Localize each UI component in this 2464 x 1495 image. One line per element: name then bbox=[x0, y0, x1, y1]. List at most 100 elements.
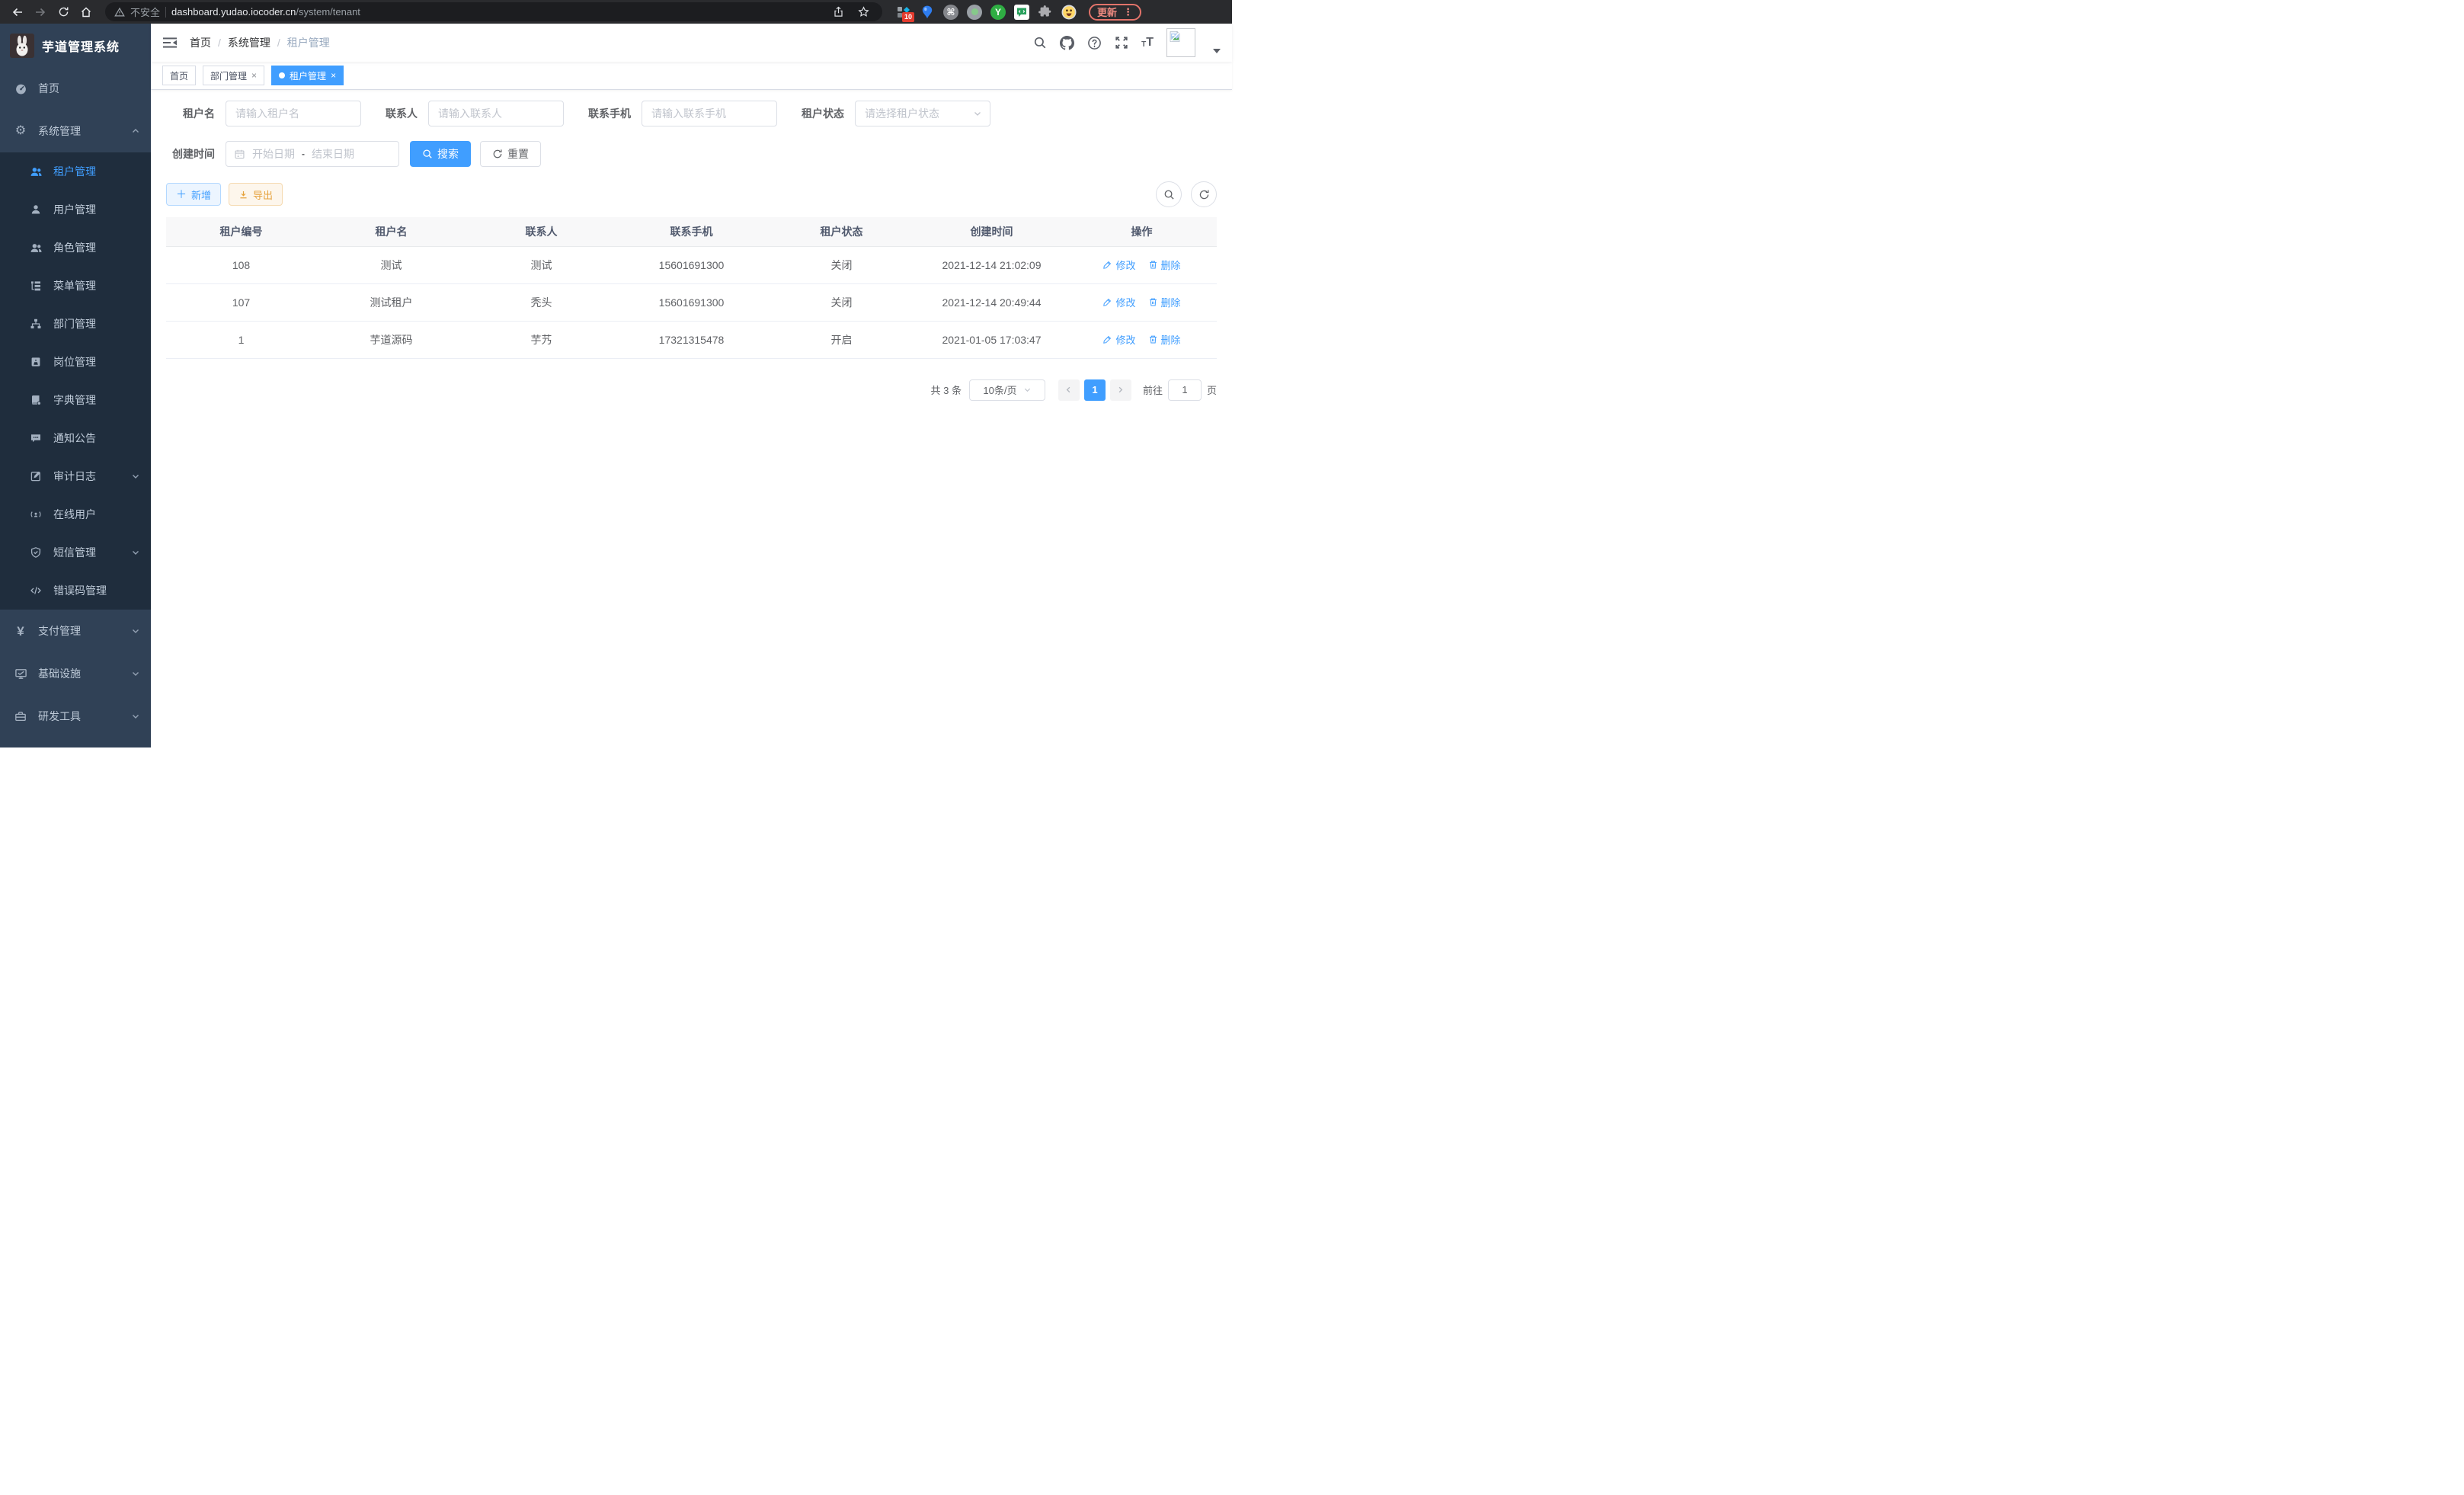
edit-link[interactable]: 修改 bbox=[1102, 258, 1135, 272]
sidebar-item-online-user[interactable]: 在线用户 bbox=[0, 495, 151, 533]
help-icon[interactable] bbox=[1087, 36, 1102, 50]
column-header: 操作 bbox=[1067, 217, 1217, 246]
sidebar-item-label: 研发工具 bbox=[38, 709, 81, 724]
shield-icon bbox=[29, 546, 43, 559]
sidebar-item-home[interactable]: 首页 bbox=[0, 67, 151, 110]
chat-code-icon[interactable] bbox=[1014, 5, 1029, 20]
tag-home[interactable]: 首页 bbox=[162, 66, 196, 85]
security-warning-icon[interactable] bbox=[114, 7, 125, 18]
sidebar-item-audit-log[interactable]: 审计日志 bbox=[0, 457, 151, 495]
chrome-update-button[interactable]: 更新 ⋮ bbox=[1089, 4, 1141, 21]
cell-actions: 修改删除 bbox=[1067, 246, 1217, 283]
pagination-total: 共 3 条 bbox=[931, 383, 962, 397]
sidebar-item-dict[interactable]: 字典管理 bbox=[0, 381, 151, 419]
cell-contact: 秃头 bbox=[466, 283, 616, 321]
column-header: 创建时间 bbox=[917, 217, 1067, 246]
cell-contact: 测试 bbox=[466, 246, 616, 283]
tag-label: 租户管理 bbox=[290, 69, 326, 82]
top-navbar: 首页 / 系统管理 / 租户管理 TT bbox=[151, 24, 1232, 62]
add-button[interactable]: ＋ 新增 bbox=[166, 183, 221, 206]
status-select[interactable]: 请选择租户状态 bbox=[855, 101, 990, 126]
monitor-icon bbox=[14, 667, 27, 680]
close-icon[interactable]: × bbox=[331, 71, 336, 80]
browser-back-button[interactable] bbox=[8, 2, 27, 22]
sidebar-item-notice[interactable]: 通知公告 bbox=[0, 419, 151, 457]
roles-icon bbox=[29, 242, 43, 255]
reset-button[interactable]: 重置 bbox=[480, 141, 541, 167]
delete-link[interactable]: 删除 bbox=[1148, 332, 1181, 347]
cell-status: 开启 bbox=[766, 321, 917, 358]
edit-link[interactable]: 修改 bbox=[1102, 332, 1135, 347]
tenant-name-input[interactable] bbox=[226, 101, 361, 126]
sidebar-item-user[interactable]: 用户管理 bbox=[0, 190, 151, 229]
page-button-1[interactable]: 1 bbox=[1084, 379, 1106, 401]
security-label[interactable]: 不安全 bbox=[130, 5, 160, 19]
balloon-icon[interactable] bbox=[920, 5, 935, 20]
date-end-placeholder: 结束日期 bbox=[312, 146, 354, 162]
export-button[interactable]: 导出 bbox=[229, 183, 283, 206]
url-path: /system/tenant bbox=[296, 6, 360, 18]
sidebar-item-infra[interactable]: 基础设施 bbox=[0, 652, 151, 695]
url-host: dashboard.yudao.iocoder.cn bbox=[171, 6, 296, 18]
table-search-toggle-icon[interactable] bbox=[1156, 181, 1182, 207]
tenants-icon bbox=[29, 165, 43, 178]
address-bar[interactable]: 不安全 dashboard.yudao.iocoder.cn/system/te… bbox=[105, 2, 882, 21]
url-text[interactable]: dashboard.yudao.iocoder.cn/system/tenant bbox=[171, 6, 360, 18]
delete-link[interactable]: 删除 bbox=[1148, 295, 1181, 309]
gear-icon: ⚙ bbox=[14, 125, 27, 137]
sidebar-item-role[interactable]: 角色管理 bbox=[0, 229, 151, 267]
prev-page-button[interactable] bbox=[1058, 379, 1080, 401]
puzzle-icon[interactable] bbox=[1038, 5, 1053, 20]
chevron-up-icon bbox=[131, 126, 140, 136]
tag-tenant-active[interactable]: 租户管理 × bbox=[271, 66, 344, 85]
github-icon[interactable] bbox=[1060, 36, 1074, 50]
date-range-picker[interactable]: 开始日期 - 结束日期 bbox=[226, 141, 399, 167]
search-button[interactable]: 搜索 bbox=[410, 141, 471, 167]
sidebar-item-sms[interactable]: 短信管理 bbox=[0, 533, 151, 571]
sidebar-item-pay[interactable]: ¥ 支付管理 bbox=[0, 610, 151, 652]
sidebar-item-menu[interactable]: 菜单管理 bbox=[0, 267, 151, 305]
breadcrumb-system[interactable]: 系统管理 bbox=[228, 35, 270, 50]
tenant-table: 租户编号 租户名 联系人 联系手机 租户状态 创建时间 操作 108 测试 测试 bbox=[166, 217, 1217, 359]
tag-dept[interactable]: 部门管理 × bbox=[203, 66, 264, 85]
share-icon[interactable] bbox=[828, 2, 848, 22]
menu-tree-icon bbox=[29, 280, 43, 292]
mobile-input[interactable] bbox=[642, 101, 777, 126]
bookmark-star-icon[interactable] bbox=[853, 2, 873, 22]
browser-reload-button[interactable] bbox=[53, 2, 73, 22]
sidebar-item-post[interactable]: 岗位管理 bbox=[0, 343, 151, 381]
next-page-button[interactable] bbox=[1110, 379, 1131, 401]
sidebar-fold-icon[interactable] bbox=[162, 35, 178, 50]
table-refresh-icon[interactable] bbox=[1191, 181, 1217, 207]
browser-forward-button[interactable] bbox=[30, 2, 50, 22]
breadcrumb-home[interactable]: 首页 bbox=[190, 35, 211, 50]
app-logo[interactable]: 芋道管理系统 bbox=[0, 24, 151, 67]
sidebar-item-label: 首页 bbox=[38, 81, 59, 96]
sidebar-item-dept[interactable]: 部门管理 bbox=[0, 305, 151, 343]
column-header: 租户编号 bbox=[166, 217, 316, 246]
font-size-icon[interactable]: TT bbox=[1141, 37, 1154, 49]
edit-link[interactable]: 修改 bbox=[1102, 295, 1135, 309]
emoji-avatar-icon[interactable] bbox=[1061, 5, 1077, 20]
goto-page-input[interactable] bbox=[1168, 379, 1202, 401]
sidebar-item-system[interactable]: ⚙ 系统管理 bbox=[0, 110, 151, 152]
record-icon[interactable] bbox=[967, 5, 982, 20]
delete-link[interactable]: 删除 bbox=[1148, 258, 1181, 272]
command-icon[interactable]: ⌘ bbox=[943, 5, 958, 20]
header-search-icon[interactable] bbox=[1033, 36, 1047, 50]
fullscreen-icon[interactable] bbox=[1115, 36, 1128, 50]
close-icon[interactable]: × bbox=[251, 71, 257, 80]
sidebar-item-dev-tools[interactable]: 研发工具 bbox=[0, 695, 151, 738]
sidebar-item-error-code[interactable]: 错误码管理 bbox=[0, 571, 151, 610]
avatar-caret-icon[interactable] bbox=[1213, 49, 1221, 53]
delete-label: 删除 bbox=[1161, 332, 1181, 347]
avatar[interactable] bbox=[1166, 28, 1195, 57]
browser-home-button[interactable] bbox=[76, 2, 96, 22]
yudao-icon[interactable]: Y bbox=[990, 5, 1006, 20]
page-size-select[interactable]: 10条/页 bbox=[969, 379, 1045, 401]
contact-input[interactable] bbox=[428, 101, 564, 126]
layout-grid-icon[interactable]: 10 bbox=[896, 5, 911, 20]
chevron-down-icon bbox=[131, 548, 140, 557]
search-button-label: 搜索 bbox=[437, 146, 459, 162]
sidebar-item-tenant[interactable]: 租户管理 bbox=[0, 152, 151, 190]
